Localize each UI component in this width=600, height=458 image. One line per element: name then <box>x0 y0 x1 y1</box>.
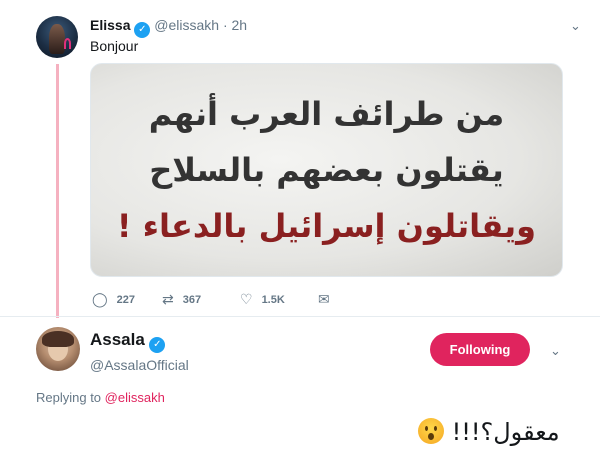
reply-count: 227 <box>116 294 136 306</box>
envelope-icon: ✉ <box>318 292 330 308</box>
retweet-button[interactable]: ⇄ 367 <box>162 292 201 308</box>
tweet-image[interactable]: من طرائف العرب أنهم يقتلون بعضهم بالسلاح… <box>90 63 563 277</box>
author-name[interactable]: Elissa <box>90 17 130 33</box>
retweet-icon: ⇄ <box>162 292 174 308</box>
reply-header: Assala ✓ @AssalaOfficial <box>90 330 189 373</box>
retweet-count: 367 <box>182 294 202 306</box>
like-count: 1.5K <box>261 294 285 306</box>
tweet-actions: ◯ 227 ⇄ 367 ♡ 1.5K ✉ <box>92 292 352 308</box>
replying-to: Replying to @elissakh <box>36 390 165 405</box>
chevron-down-icon[interactable]: ⌄ <box>550 343 561 359</box>
avatar[interactable] <box>36 327 80 371</box>
avatar[interactable] <box>36 16 78 58</box>
verified-badge-icon: ✓ <box>134 22 151 38</box>
image-text-line: يقتلون بعضهم بالسلاح <box>149 151 504 189</box>
pink-ribbon-icon <box>64 38 71 49</box>
author-handle[interactable]: @AssalaOfficial <box>90 357 189 373</box>
like-button[interactable]: ♡ 1.5K <box>240 292 285 308</box>
tweet-header: Elissa ✓ @elissakh · 2h <box>90 17 247 38</box>
reply-icon: ◯ <box>92 292 108 308</box>
reply-text-body: معقول؟!!! <box>451 418 560 446</box>
tweet-timestamp[interactable]: · 2h <box>223 17 247 33</box>
following-button[interactable]: Following <box>430 333 530 366</box>
divider <box>0 316 600 317</box>
chevron-down-icon[interactable]: ⌄ <box>570 18 581 34</box>
tweet-text: Bonjour <box>90 38 139 54</box>
reply-button[interactable]: ◯ 227 <box>92 292 135 308</box>
author-name[interactable]: Assala <box>90 330 145 349</box>
image-text-line: من طرائف العرب أنهم <box>148 95 505 133</box>
image-text: من طرائف العرب أنهم يقتلون بعضهم بالسلاح… <box>111 86 542 254</box>
reply-text: معقول؟!!! <box>418 418 560 446</box>
replying-prefix: Replying to <box>36 390 102 405</box>
image-text-line: ويقاتلون إسرائيل بالدعاء ! <box>116 207 537 245</box>
astonished-face-emoji-icon <box>418 418 444 444</box>
replying-to-link[interactable]: @elissakh <box>105 390 165 405</box>
heart-icon: ♡ <box>240 292 253 308</box>
thread-connector-line <box>56 64 59 318</box>
author-handle[interactable]: @elissakh <box>154 17 219 33</box>
verified-badge-icon: ✓ <box>149 337 166 353</box>
direct-message-button[interactable]: ✉ <box>318 292 330 308</box>
